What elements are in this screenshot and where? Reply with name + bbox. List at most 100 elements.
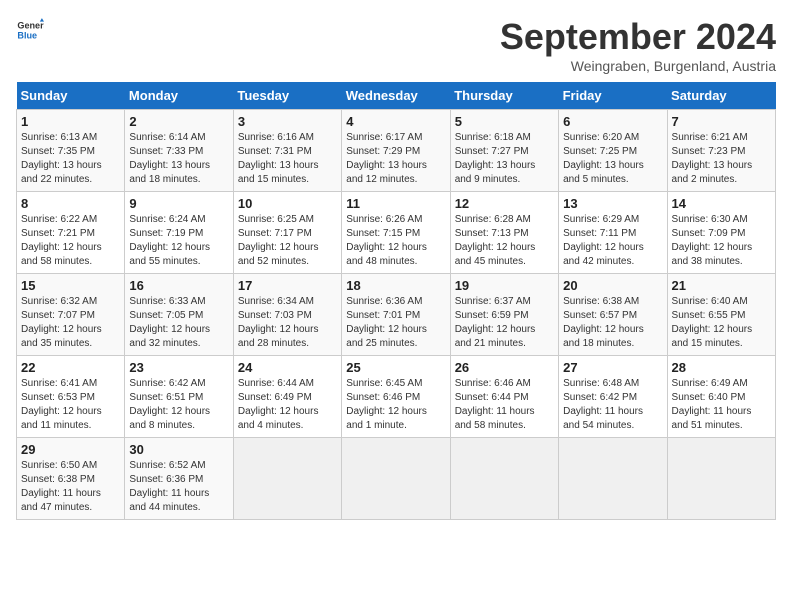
day-number: 8 bbox=[21, 196, 120, 211]
day-number: 7 bbox=[672, 114, 771, 129]
day-info: Sunrise: 6:24 AM Sunset: 7:19 PM Dayligh… bbox=[129, 213, 228, 269]
day-number: 14 bbox=[672, 196, 771, 211]
calendar-week-1: 1 Sunrise: 6:13 AM Sunset: 7:35 PM Daylig… bbox=[17, 110, 776, 192]
day-info: Sunrise: 6:40 AM Sunset: 6:55 PM Dayligh… bbox=[672, 295, 771, 351]
calendar-title: September 2024 bbox=[500, 16, 776, 58]
calendar-cell: 10 Sunrise: 6:25 AM Sunset: 7:17 PM Dayli… bbox=[233, 192, 341, 274]
day-number: 13 bbox=[563, 196, 662, 211]
day-info: Sunrise: 6:22 AM Sunset: 7:21 PM Dayligh… bbox=[21, 213, 120, 269]
day-info: Sunrise: 6:16 AM Sunset: 7:31 PM Dayligh… bbox=[238, 131, 337, 187]
day-number: 16 bbox=[129, 278, 228, 293]
calendar-table: SundayMondayTuesdayWednesdayThursdayFrid… bbox=[16, 82, 776, 520]
calendar-week-4: 22 Sunrise: 6:41 AM Sunset: 6:53 PM Dayli… bbox=[17, 356, 776, 438]
day-info: Sunrise: 6:18 AM Sunset: 7:27 PM Dayligh… bbox=[455, 131, 554, 187]
calendar-cell: 15 Sunrise: 6:32 AM Sunset: 7:07 PM Dayli… bbox=[17, 274, 125, 356]
calendar-cell: 4Sunrise: 6:17 AM Sunset: 7:29 PM Daylig… bbox=[342, 110, 450, 192]
day-number: 18 bbox=[346, 278, 445, 293]
title-section: September 2024 Weingraben, Burgenland, A… bbox=[500, 16, 776, 74]
day-number: 2 bbox=[129, 114, 228, 129]
page-header: General Blue September 2024 Weingraben, … bbox=[16, 16, 776, 74]
calendar-cell: 18 Sunrise: 6:36 AM Sunset: 7:01 PM Dayli… bbox=[342, 274, 450, 356]
day-info: Sunrise: 6:30 AM Sunset: 7:09 PM Dayligh… bbox=[672, 213, 771, 269]
svg-text:General: General bbox=[17, 21, 44, 31]
day-info: Sunrise: 6:32 AM Sunset: 7:07 PM Dayligh… bbox=[21, 295, 120, 351]
day-info: Sunrise: 6:34 AM Sunset: 7:03 PM Dayligh… bbox=[238, 295, 337, 351]
calendar-cell: 14 Sunrise: 6:30 AM Sunset: 7:09 PM Dayli… bbox=[667, 192, 775, 274]
day-number: 17 bbox=[238, 278, 337, 293]
header-day-thursday: Thursday bbox=[450, 82, 558, 110]
day-number: 27 bbox=[563, 360, 662, 375]
day-number: 28 bbox=[672, 360, 771, 375]
day-number: 9 bbox=[129, 196, 228, 211]
day-number: 3 bbox=[238, 114, 337, 129]
day-number: 19 bbox=[455, 278, 554, 293]
calendar-cell: 13 Sunrise: 6:29 AM Sunset: 7:11 PM Dayli… bbox=[559, 192, 667, 274]
calendar-cell bbox=[667, 438, 775, 520]
day-info: Sunrise: 6:28 AM Sunset: 7:13 PM Dayligh… bbox=[455, 213, 554, 269]
header-row: SundayMondayTuesdayWednesdayThursdayFrid… bbox=[17, 82, 776, 110]
day-info: Sunrise: 6:20 AM Sunset: 7:25 PM Dayligh… bbox=[563, 131, 662, 187]
day-info: Sunrise: 6:41 AM Sunset: 6:53 PM Dayligh… bbox=[21, 377, 120, 433]
calendar-cell bbox=[233, 438, 341, 520]
day-number: 12 bbox=[455, 196, 554, 211]
day-number: 22 bbox=[21, 360, 120, 375]
calendar-week-5: 29 Sunrise: 6:50 AM Sunset: 6:38 PM Dayli… bbox=[17, 438, 776, 520]
day-number: 20 bbox=[563, 278, 662, 293]
day-number: 25 bbox=[346, 360, 445, 375]
day-number: 1 bbox=[21, 114, 120, 129]
day-info: Sunrise: 6:44 AM Sunset: 6:49 PM Dayligh… bbox=[238, 377, 337, 433]
calendar-cell: 6Sunrise: 6:20 AM Sunset: 7:25 PM Daylig… bbox=[559, 110, 667, 192]
calendar-week-2: 8 Sunrise: 6:22 AM Sunset: 7:21 PM Daylig… bbox=[17, 192, 776, 274]
calendar-cell: 25Sunrise: 6:45 AM Sunset: 6:46 PM Dayli… bbox=[342, 356, 450, 438]
calendar-cell: 27 Sunrise: 6:48 AM Sunset: 6:42 PM Dayli… bbox=[559, 356, 667, 438]
calendar-cell: 20Sunrise: 6:38 AM Sunset: 6:57 PM Dayli… bbox=[559, 274, 667, 356]
header-day-tuesday: Tuesday bbox=[233, 82, 341, 110]
header-day-sunday: Sunday bbox=[17, 82, 125, 110]
day-number: 30 bbox=[129, 442, 228, 457]
day-info: Sunrise: 6:33 AM Sunset: 7:05 PM Dayligh… bbox=[129, 295, 228, 351]
day-number: 11 bbox=[346, 196, 445, 211]
calendar-cell: 12 Sunrise: 6:28 AM Sunset: 7:13 PM Dayli… bbox=[450, 192, 558, 274]
calendar-cell: 11 Sunrise: 6:26 AM Sunset: 7:15 PM Dayli… bbox=[342, 192, 450, 274]
calendar-cell: 26Sunrise: 6:46 AM Sunset: 6:44 PM Dayli… bbox=[450, 356, 558, 438]
header-day-friday: Friday bbox=[559, 82, 667, 110]
day-number: 21 bbox=[672, 278, 771, 293]
day-info: Sunrise: 6:46 AM Sunset: 6:44 PM Dayligh… bbox=[455, 377, 554, 433]
calendar-cell: 19 Sunrise: 6:37 AM Sunset: 6:59 PM Dayli… bbox=[450, 274, 558, 356]
calendar-cell: 8 Sunrise: 6:22 AM Sunset: 7:21 PM Daylig… bbox=[17, 192, 125, 274]
calendar-cell bbox=[342, 438, 450, 520]
day-info: Sunrise: 6:37 AM Sunset: 6:59 PM Dayligh… bbox=[455, 295, 554, 351]
calendar-subtitle: Weingraben, Burgenland, Austria bbox=[500, 58, 776, 74]
calendar-cell: 28Sunrise: 6:49 AM Sunset: 6:40 PM Dayli… bbox=[667, 356, 775, 438]
day-info: Sunrise: 6:17 AM Sunset: 7:29 PM Dayligh… bbox=[346, 131, 445, 187]
calendar-cell: 24 Sunrise: 6:44 AM Sunset: 6:49 PM Dayli… bbox=[233, 356, 341, 438]
calendar-cell: 30 Sunrise: 6:52 AM Sunset: 6:36 PM Dayli… bbox=[125, 438, 233, 520]
day-number: 29 bbox=[21, 442, 120, 457]
day-info: Sunrise: 6:50 AM Sunset: 6:38 PM Dayligh… bbox=[21, 459, 120, 515]
calendar-cell: 3 Sunrise: 6:16 AM Sunset: 7:31 PM Daylig… bbox=[233, 110, 341, 192]
calendar-cell: 9 Sunrise: 6:24 AM Sunset: 7:19 PM Daylig… bbox=[125, 192, 233, 274]
calendar-cell bbox=[450, 438, 558, 520]
calendar-cell: 16 Sunrise: 6:33 AM Sunset: 7:05 PM Dayli… bbox=[125, 274, 233, 356]
day-number: 10 bbox=[238, 196, 337, 211]
day-info: Sunrise: 6:29 AM Sunset: 7:11 PM Dayligh… bbox=[563, 213, 662, 269]
day-number: 15 bbox=[21, 278, 120, 293]
day-info: Sunrise: 6:25 AM Sunset: 7:17 PM Dayligh… bbox=[238, 213, 337, 269]
header-day-wednesday: Wednesday bbox=[342, 82, 450, 110]
calendar-cell: 7Sunrise: 6:21 AM Sunset: 7:23 PM Daylig… bbox=[667, 110, 775, 192]
logo: General Blue bbox=[16, 16, 44, 44]
day-info: Sunrise: 6:48 AM Sunset: 6:42 PM Dayligh… bbox=[563, 377, 662, 433]
day-info: Sunrise: 6:36 AM Sunset: 7:01 PM Dayligh… bbox=[346, 295, 445, 351]
day-info: Sunrise: 6:13 AM Sunset: 7:35 PM Dayligh… bbox=[21, 131, 120, 187]
day-number: 24 bbox=[238, 360, 337, 375]
calendar-cell: 22 Sunrise: 6:41 AM Sunset: 6:53 PM Dayli… bbox=[17, 356, 125, 438]
calendar-cell: 17 Sunrise: 6:34 AM Sunset: 7:03 PM Dayli… bbox=[233, 274, 341, 356]
day-info: Sunrise: 6:52 AM Sunset: 6:36 PM Dayligh… bbox=[129, 459, 228, 515]
calendar-cell: 5 Sunrise: 6:18 AM Sunset: 7:27 PM Daylig… bbox=[450, 110, 558, 192]
header-day-monday: Monday bbox=[125, 82, 233, 110]
day-number: 5 bbox=[455, 114, 554, 129]
svg-text:Blue: Blue bbox=[17, 30, 37, 40]
header-day-saturday: Saturday bbox=[667, 82, 775, 110]
day-info: Sunrise: 6:26 AM Sunset: 7:15 PM Dayligh… bbox=[346, 213, 445, 269]
calendar-cell: 23Sunrise: 6:42 AM Sunset: 6:51 PM Dayli… bbox=[125, 356, 233, 438]
